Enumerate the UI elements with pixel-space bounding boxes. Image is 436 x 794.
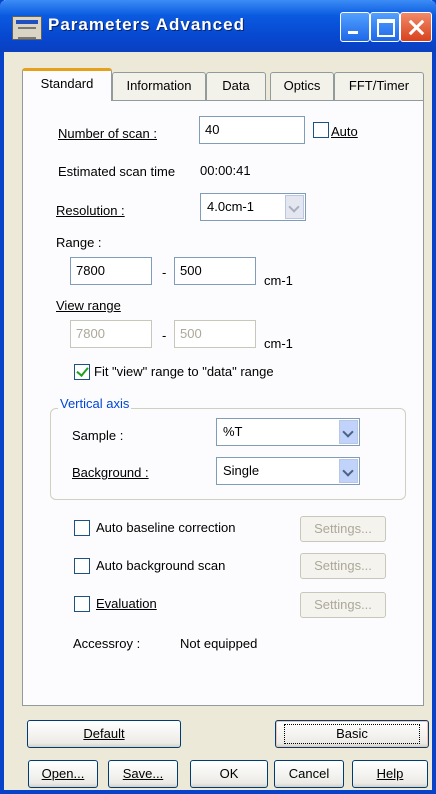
cancel-button-label: Cancel bbox=[288, 766, 330, 781]
vertical-axis-title: Vertical axis bbox=[58, 396, 132, 411]
auto-label: Auto bbox=[331, 124, 358, 139]
background-label: Background : bbox=[72, 465, 149, 480]
auto-baseline-label: Auto baseline correction bbox=[96, 520, 236, 535]
cancel-button[interactable]: Cancel bbox=[274, 760, 344, 788]
range-dash: - bbox=[162, 265, 167, 280]
view-dash: - bbox=[162, 328, 167, 343]
view-to-input[interactable]: 500 bbox=[174, 320, 256, 348]
auto-baseline-settings-button[interactable]: Settings... bbox=[300, 516, 386, 542]
range-label: Range : bbox=[56, 235, 102, 250]
basic-button-label: Basic bbox=[284, 724, 420, 744]
fit-view-checkbox[interactable] bbox=[74, 364, 90, 380]
fit-view-label: Fit "view" range to "data" range bbox=[94, 364, 274, 379]
tab-standard[interactable]: Standard bbox=[22, 68, 112, 101]
auto-baseline-checkbox[interactable] bbox=[74, 520, 90, 536]
ok-button-label: OK bbox=[219, 766, 239, 781]
help-button-label: Help bbox=[376, 766, 404, 781]
estimated-time-value: 00:00:41 bbox=[200, 163, 251, 178]
resolution-label: Resolution : bbox=[56, 203, 125, 218]
auto-background-label: Auto background scan bbox=[96, 558, 226, 573]
minimize-icon[interactable] bbox=[340, 12, 370, 42]
evaluation-checkbox[interactable] bbox=[74, 596, 90, 612]
sample-label: Sample : bbox=[72, 428, 124, 443]
tab-fft-timer[interactable]: FFT/Timer bbox=[334, 72, 424, 100]
save-button[interactable]: Save... bbox=[108, 760, 178, 788]
resolution-select[interactable]: 4.0cm-1 bbox=[200, 193, 306, 221]
default-button[interactable]: Default bbox=[27, 720, 181, 748]
background-select[interactable]: Single bbox=[216, 457, 360, 485]
resolution-value: 4.0cm-1 bbox=[207, 199, 254, 214]
auto-background-checkbox[interactable] bbox=[74, 558, 90, 574]
tab-data[interactable]: Data bbox=[206, 72, 266, 100]
chevron-down-icon[interactable] bbox=[339, 459, 358, 483]
range-unit: cm-1 bbox=[264, 273, 293, 288]
tab-optics[interactable]: Optics bbox=[270, 72, 334, 100]
evaluation-settings-button[interactable]: Settings... bbox=[300, 592, 386, 618]
background-value: Single bbox=[223, 463, 260, 478]
chevron-down-icon[interactable] bbox=[285, 195, 304, 219]
view-from-input[interactable]: 7800 bbox=[70, 320, 152, 348]
maximize-icon[interactable] bbox=[370, 12, 400, 42]
help-button[interactable]: Help bbox=[352, 760, 428, 788]
view-range-unit: cm-1 bbox=[264, 336, 293, 351]
title-bar[interactable]: Parameters Advanced bbox=[0, 0, 436, 52]
chevron-down-icon[interactable] bbox=[339, 420, 358, 444]
close-icon[interactable] bbox=[400, 12, 432, 42]
tab-information[interactable]: Information bbox=[112, 72, 206, 100]
range-from-input[interactable]: 7800 bbox=[70, 257, 152, 285]
default-button-label: Default bbox=[83, 726, 125, 741]
auto-checkbox[interactable] bbox=[313, 122, 329, 138]
open-button-label: Open... bbox=[41, 766, 85, 781]
open-button[interactable]: Open... bbox=[28, 760, 98, 788]
number-of-scan-label: Number of scan : bbox=[58, 126, 157, 141]
number-of-scan-input[interactable]: 40 bbox=[199, 116, 305, 144]
sample-select[interactable]: %T bbox=[216, 418, 360, 446]
range-to-input[interactable]: 500 bbox=[174, 257, 256, 285]
window-title: Parameters Advanced bbox=[48, 15, 245, 34]
save-button-label: Save... bbox=[122, 766, 164, 781]
app-icon bbox=[12, 16, 42, 40]
accessory-label: Accessroy : bbox=[73, 636, 141, 651]
estimated-time-label: Estimated scan time bbox=[58, 164, 176, 179]
basic-button[interactable]: Basic bbox=[275, 720, 429, 748]
view-range-label: View range bbox=[56, 298, 121, 313]
sample-value: %T bbox=[223, 424, 243, 439]
accessory-value: Not equipped bbox=[180, 636, 258, 651]
ok-button[interactable]: OK bbox=[190, 760, 268, 788]
auto-background-settings-button[interactable]: Settings... bbox=[300, 553, 386, 579]
evaluation-label: Evaluation bbox=[96, 596, 157, 611]
